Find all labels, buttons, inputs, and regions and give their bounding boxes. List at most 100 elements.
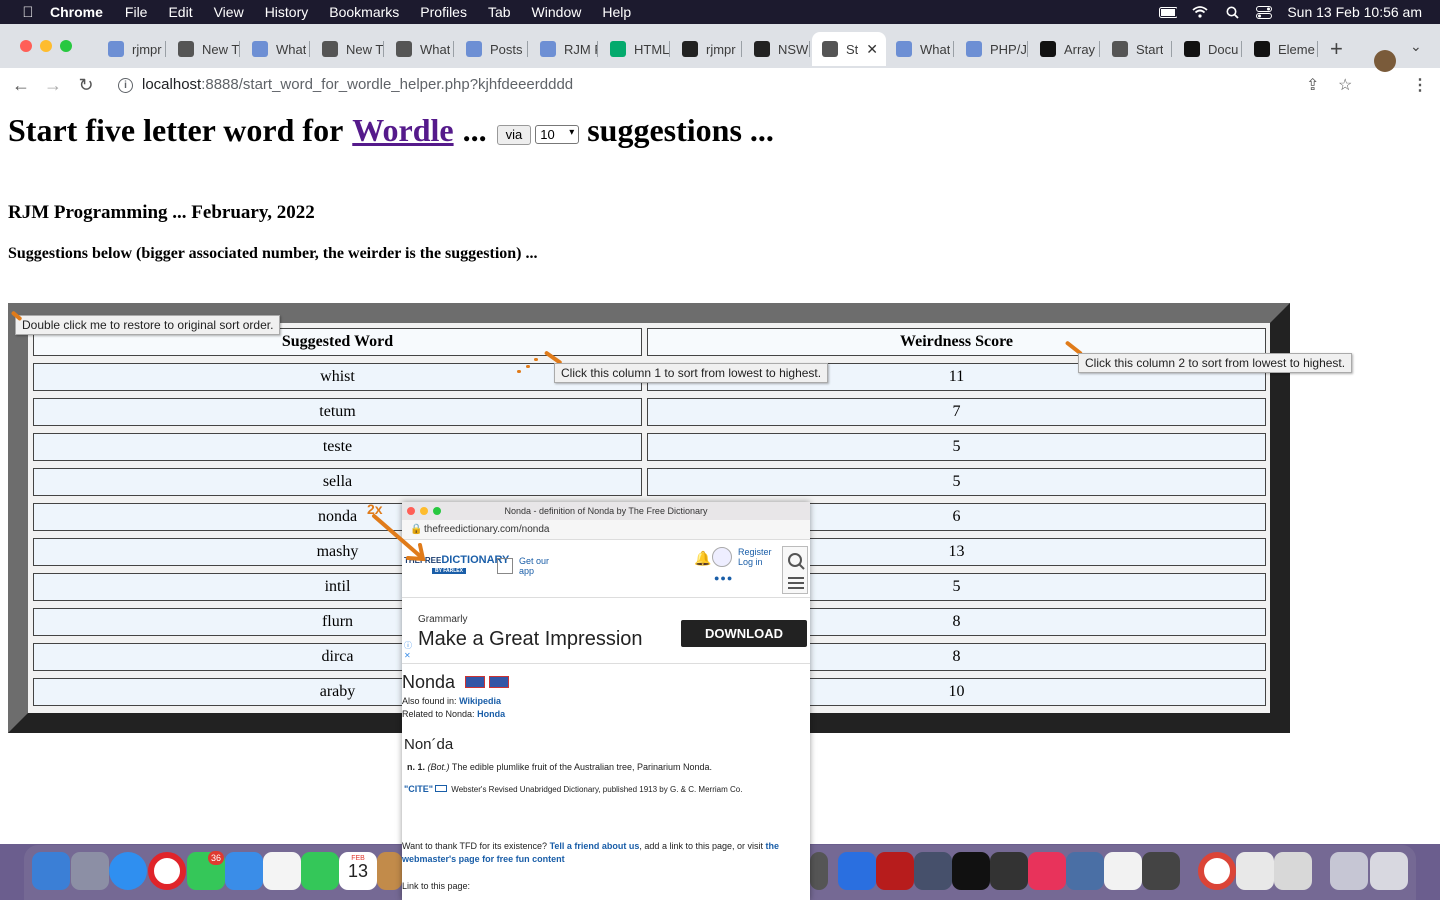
tab-close-icon[interactable]: ✕ <box>866 41 878 58</box>
table-cell-word[interactable]: sella <box>33 468 642 496</box>
menu-edit[interactable]: Edit <box>168 4 192 20</box>
browser-tab[interactable]: Posts <box>456 32 528 66</box>
browser-tab[interactable]: St ✕ <box>812 32 886 66</box>
browser-tab[interactable]: What <box>386 32 454 66</box>
downloads-stack-icon[interactable] <box>1330 852 1368 890</box>
notes-icon[interactable] <box>1236 852 1274 890</box>
menu-window[interactable]: Window <box>532 4 582 20</box>
browser-tab[interactable]: Eleme <box>1244 32 1318 66</box>
launchpad-icon[interactable] <box>71 852 109 890</box>
menubar-clock[interactable]: Sun 13 Feb 10:56 am <box>1287 4 1422 20</box>
browser-tab[interactable]: RJM F <box>530 32 598 66</box>
popup-zoom-button[interactable] <box>433 507 441 515</box>
bbedit-icon[interactable] <box>914 852 952 890</box>
finder-icon[interactable] <box>32 852 70 890</box>
browser-tab[interactable]: What <box>886 32 954 66</box>
us-flag-audio-icon[interactable] <box>465 676 486 688</box>
textedit-icon[interactable] <box>1104 852 1142 890</box>
grammarly-ad[interactable]: Grammarly Make a Great Impression DOWNLO… <box>402 600 810 664</box>
tab-search-chevron-icon[interactable]: ⌄ <box>1410 38 1422 55</box>
wordle-link[interactable]: Wordle <box>352 112 453 149</box>
browser-tab[interactable]: rjmpr <box>98 32 166 66</box>
forward-arrow-icon[interactable]: → <box>42 74 64 96</box>
calculator-icon[interactable] <box>810 852 828 890</box>
social-icons[interactable]: ●●● <box>714 573 733 583</box>
back-arrow-icon[interactable]: ← <box>10 74 32 96</box>
spotlight-search-icon[interactable] <box>1223 5 1241 19</box>
preview-icon[interactable] <box>1066 852 1104 890</box>
control-center-icon[interactable] <box>1255 5 1273 19</box>
battery-icon[interactable] <box>1159 5 1178 19</box>
table-cell-word[interactable]: teste <box>33 433 642 461</box>
filezilla-icon[interactable] <box>876 852 914 890</box>
terminal-icon[interactable] <box>952 852 990 890</box>
search-menu-box[interactable] <box>782 546 808 594</box>
user-avatar-icon[interactable] <box>712 547 732 567</box>
wikipedia-link[interactable]: Wikipedia <box>459 696 501 706</box>
photos-icon[interactable] <box>263 852 301 890</box>
get-app-chevron-icon[interactable] <box>497 558 513 574</box>
intellij-icon[interactable] <box>1028 852 1066 890</box>
utility-icon[interactable] <box>1142 852 1180 890</box>
chrome-menu-icon[interactable]: ⋮ <box>1412 75 1428 95</box>
browser-tab[interactable]: HTML <box>600 32 670 66</box>
zoom-window-button[interactable] <box>60 40 72 52</box>
menu-bookmarks[interactable]: Bookmarks <box>329 4 399 20</box>
browser-tab[interactable]: NSW <box>744 32 810 66</box>
share-icon[interactable]: ⇪ <box>1306 75 1319 95</box>
profile-avatar[interactable] <box>1374 50 1396 72</box>
safari-icon[interactable] <box>109 852 147 890</box>
mail-icon[interactable] <box>225 852 263 890</box>
uk-flag-audio-icon[interactable] <box>489 676 510 688</box>
browser-tab[interactable]: Start <box>1102 32 1172 66</box>
via-button[interactable]: via <box>496 124 532 145</box>
menu-history[interactable]: History <box>265 4 309 20</box>
wifi-icon[interactable] <box>1191 5 1209 19</box>
notification-bell-icon[interactable]: 🔔 <box>694 550 711 567</box>
xcode-icon[interactable] <box>838 852 876 890</box>
gimp-icon[interactable] <box>990 852 1028 890</box>
new-tab-icon[interactable]: + <box>1330 36 1343 62</box>
chrome-dock-icon[interactable] <box>1198 852 1236 890</box>
menu-profiles[interactable]: Profiles <box>420 4 467 20</box>
browser-tab[interactable]: Docu <box>1174 32 1242 66</box>
cite-link[interactable]: "CITE" <box>404 784 433 794</box>
facetime-icon[interactable] <box>301 852 339 890</box>
table-cell-word[interactable]: whist <box>33 363 642 391</box>
menu-file[interactable]: File <box>125 4 148 20</box>
table-cell-word[interactable]: tetum <box>33 398 642 426</box>
script-editor-icon[interactable] <box>1274 852 1312 890</box>
search-icon[interactable] <box>783 547 809 595</box>
menu-help[interactable]: Help <box>602 4 631 20</box>
honda-link[interactable]: Honda <box>477 709 505 719</box>
ad-download-button[interactable]: DOWNLOAD <box>681 620 807 647</box>
browser-tab[interactable]: What <box>242 32 310 66</box>
column-header-weirdness-score[interactable]: Weirdness Score <box>647 328 1266 356</box>
browser-tab[interactable]: Array <box>1030 32 1100 66</box>
reload-icon[interactable]: ↻ <box>75 74 97 96</box>
menu-app-name[interactable]: Chrome <box>50 4 103 20</box>
register-link[interactable]: Register <box>738 547 772 557</box>
contacts-icon[interactable] <box>377 852 402 890</box>
popup-address-bar[interactable]: 🔒 thefreedictionary.com/nonda <box>402 520 810 540</box>
cite-icon[interactable] <box>435 785 448 792</box>
browser-tab[interactable]: rjmpr <box>672 32 742 66</box>
site-info-icon[interactable]: i <box>118 78 133 93</box>
close-window-button[interactable] <box>20 40 32 52</box>
browser-tab[interactable]: New T <box>312 32 384 66</box>
tell-friend-link[interactable]: Tell a friend about us <box>550 841 640 851</box>
bookmark-star-icon[interactable]: ☆ <box>1338 75 1352 95</box>
opera-icon[interactable] <box>148 852 186 890</box>
ad-close-icon[interactable]: ✕ <box>404 651 411 660</box>
login-link[interactable]: Log in <box>738 557 772 567</box>
apple-menu-icon[interactable]:  <box>20 4 36 21</box>
calendar-icon[interactable]: FEB 13 <box>339 852 377 890</box>
address-bar[interactable]: localhost:8888/start_word_for_wordle_hel… <box>142 76 573 93</box>
menu-view[interactable]: View <box>214 4 244 20</box>
menu-tab[interactable]: Tab <box>488 4 511 20</box>
browser-tab[interactable]: New T <box>168 32 240 66</box>
ad-info-icon[interactable]: ⓘ <box>404 640 412 651</box>
trash-icon[interactable] <box>1370 852 1408 890</box>
get-app-link[interactable]: Get our app <box>519 556 559 576</box>
suggestion-count-select[interactable]: 10 ▾ <box>535 125 580 144</box>
